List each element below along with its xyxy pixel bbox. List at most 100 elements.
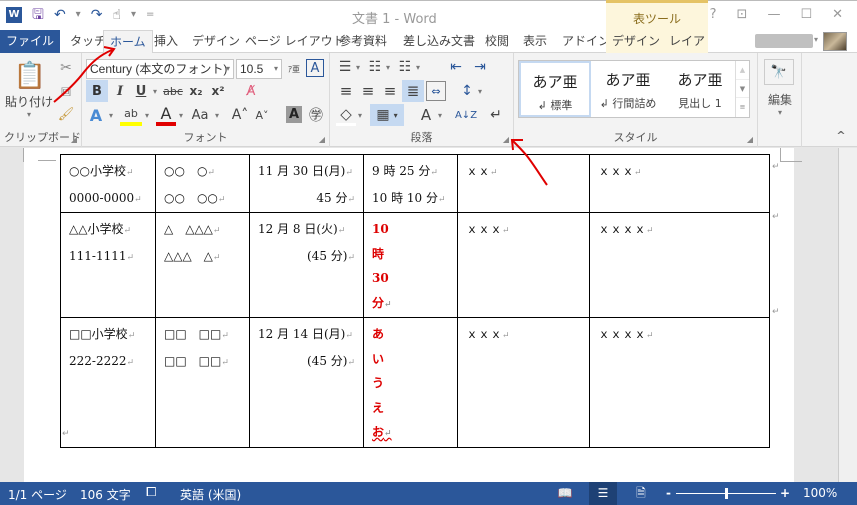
account-name[interactable] [755, 34, 813, 48]
undo-icon[interactable]: ↶ [54, 7, 66, 23]
table-cell[interactable]: ｘｘｘ↵ [457, 212, 590, 318]
increase-indent-button[interactable]: ⇥ [470, 58, 490, 76]
numbering-dropdown-icon[interactable]: ▾ [384, 58, 392, 76]
align-center-button[interactable]: ≡ [358, 81, 378, 101]
asian-layout-button[interactable]: A [416, 104, 436, 126]
vertical-scrollbar[interactable] [838, 148, 857, 482]
copy-icon[interactable]: ⧉ [56, 83, 76, 101]
style-heading-1[interactable]: あア亜 見出し 1 [664, 61, 736, 117]
touch-mode-icon[interactable]: ☝ [112, 7, 121, 23]
editing-dropdown-icon[interactable]: ▾ [774, 107, 786, 117]
highlight-dropdown-icon[interactable]: ▾ [142, 104, 152, 126]
styles-more-icon[interactable]: ≡ [736, 98, 749, 117]
tab-review[interactable]: 校閲 [479, 30, 515, 53]
avatar[interactable] [823, 32, 847, 51]
save-icon[interactable]: 🖫 [32, 7, 44, 23]
shading-dropdown-icon[interactable]: ▾ [356, 104, 364, 126]
borders-button[interactable]: ▦ ▾ [370, 104, 404, 126]
language[interactable]: 英語 (米国) [180, 486, 241, 503]
enclose-characters-button[interactable]: ㊫ [306, 104, 326, 126]
borders-dropdown-icon[interactable]: ▾ [394, 111, 398, 120]
tab-view[interactable]: 表示 [517, 30, 553, 53]
font-size-dropdown-icon[interactable]: ▾ [274, 60, 278, 78]
styles-launcher-icon[interactable]: ◢ [747, 135, 753, 144]
table-cell[interactable]: ｘｘ↵ [457, 154, 590, 213]
zoom-slider-thumb[interactable] [725, 488, 728, 499]
table-cell[interactable]: ○○ ○↵ ○○ ○○↵ [155, 154, 250, 213]
table-cell[interactable]: ｘｘｘｘ↵ [589, 212, 770, 318]
change-case-dropdown-icon[interactable]: ▾ [212, 104, 222, 126]
minimize-icon[interactable]: — [767, 7, 780, 22]
font-color-button[interactable]: A [156, 104, 176, 126]
read-mode-button[interactable]: 📖 [551, 482, 579, 505]
highlight-button[interactable]: ab [120, 104, 142, 126]
zoom-in-button[interactable]: + [780, 486, 790, 500]
distributed-button[interactable]: ⇔ [426, 81, 446, 101]
proofing-icon[interactable]: ⧠ [146, 485, 156, 500]
tab-references[interactable]: 参考資料 [333, 30, 393, 53]
font-name-select[interactable]: Century (本文のフォント) ▾ [86, 59, 234, 79]
cut-icon[interactable]: ✂ [56, 59, 76, 77]
table-cell[interactable]: ｘｘｘ↵ [589, 154, 770, 213]
print-layout-button[interactable]: ☰ [589, 482, 617, 505]
clipboard-launcher-icon[interactable]: ◢ [71, 135, 77, 144]
sort-button[interactable]: A↓Z [455, 104, 477, 126]
account-dropdown-icon[interactable]: ▾ [814, 35, 818, 44]
tab-insert[interactable]: 挿入 [148, 30, 184, 53]
editing-button[interactable]: 編集 [762, 91, 798, 107]
character-shading-button[interactable]: A [286, 106, 302, 123]
word-app-icon[interactable]: W [6, 7, 22, 23]
close-icon[interactable]: ✕ [832, 7, 843, 22]
format-painter-icon[interactable]: 🖌 [56, 105, 76, 123]
paste-dropdown-icon[interactable]: ▾ [22, 109, 36, 119]
tab-design[interactable]: デザイン [186, 30, 246, 53]
font-size-select[interactable]: 10.5 ▾ [236, 59, 282, 79]
shrink-font-button[interactable]: A˅ [252, 104, 272, 126]
style-normal[interactable]: あア亜 ↲ 標準 [519, 61, 591, 117]
asian-layout-dropdown-icon[interactable]: ▾ [436, 104, 444, 126]
redo-icon[interactable]: ↷ [91, 7, 103, 23]
paste-icon[interactable]: 📋 [14, 59, 46, 93]
maximize-icon[interactable]: ☐ [800, 7, 812, 22]
table-cell[interactable]: ○○小学校↵ 0000-0000↵ [60, 154, 156, 213]
styles-scrollbar[interactable]: ▲ ▼ ≡ [735, 61, 749, 117]
tab-home[interactable]: ホーム [103, 30, 153, 54]
multilevel-dropdown-icon[interactable]: ▾ [414, 58, 422, 76]
superscript-button[interactable]: x² [208, 80, 228, 102]
show-marks-button[interactable]: ↵ [486, 104, 506, 126]
numbering-button[interactable]: ☷ [366, 58, 384, 76]
collapse-ribbon-icon[interactable]: ^ [834, 129, 848, 142]
paste-button[interactable]: 貼り付け [4, 93, 54, 109]
shading-button[interactable]: ◇ [336, 104, 356, 126]
ribbon-display-options-icon[interactable]: ⊡ [737, 7, 748, 22]
paragraph-launcher-icon[interactable]: ◢ [503, 135, 509, 144]
bullets-dropdown-icon[interactable]: ▾ [354, 58, 362, 76]
styles-scroll-down-icon[interactable]: ▼ [736, 80, 749, 99]
tab-mailings[interactable]: 差し込み文書 [397, 30, 481, 53]
line-spacing-button[interactable]: ↕ [458, 81, 476, 101]
underline-button[interactable]: U [132, 80, 150, 102]
table-cell[interactable]: △ △△△↵ △△△ △↵ [155, 212, 250, 318]
touch-dropdown-icon[interactable]: ▾ [131, 7, 136, 23]
strikethrough-button[interactable]: abc [162, 80, 184, 102]
line-spacing-dropdown-icon[interactable]: ▾ [476, 81, 484, 101]
text-effects-button[interactable]: A [86, 104, 106, 126]
change-case-button[interactable]: Aa [188, 104, 212, 126]
grow-font-button[interactable]: A˄ [230, 104, 250, 126]
align-right-button[interactable]: ≡ [380, 81, 400, 101]
multilevel-list-button[interactable]: ☷ [396, 58, 414, 76]
table-cell[interactable]: 12 月 14 日(月)↵ (45 分)↵ [249, 317, 364, 448]
decrease-indent-button[interactable]: ⇤ [446, 58, 466, 76]
undo-dropdown-icon[interactable]: ▾ [76, 7, 81, 23]
page-count[interactable]: 1/1 ページ [8, 486, 67, 503]
subscript-button[interactable]: x₂ [186, 80, 206, 102]
justify-button[interactable]: ≣ [402, 80, 424, 102]
align-left-button[interactable]: ≡ [336, 81, 356, 101]
underline-dropdown-icon[interactable]: ▾ [150, 80, 160, 102]
table-cell[interactable]: 10 時 30 分↵ [363, 212, 458, 318]
styles-scroll-up-icon[interactable]: ▲ [736, 61, 749, 80]
table-cell[interactable]: △△小学校↵ 111-1111↵ [60, 212, 156, 318]
font-color-dropdown-icon[interactable]: ▾ [176, 104, 186, 126]
word-count[interactable]: 106 文字 [80, 486, 131, 503]
tab-table-design[interactable]: デザイン [606, 30, 666, 53]
